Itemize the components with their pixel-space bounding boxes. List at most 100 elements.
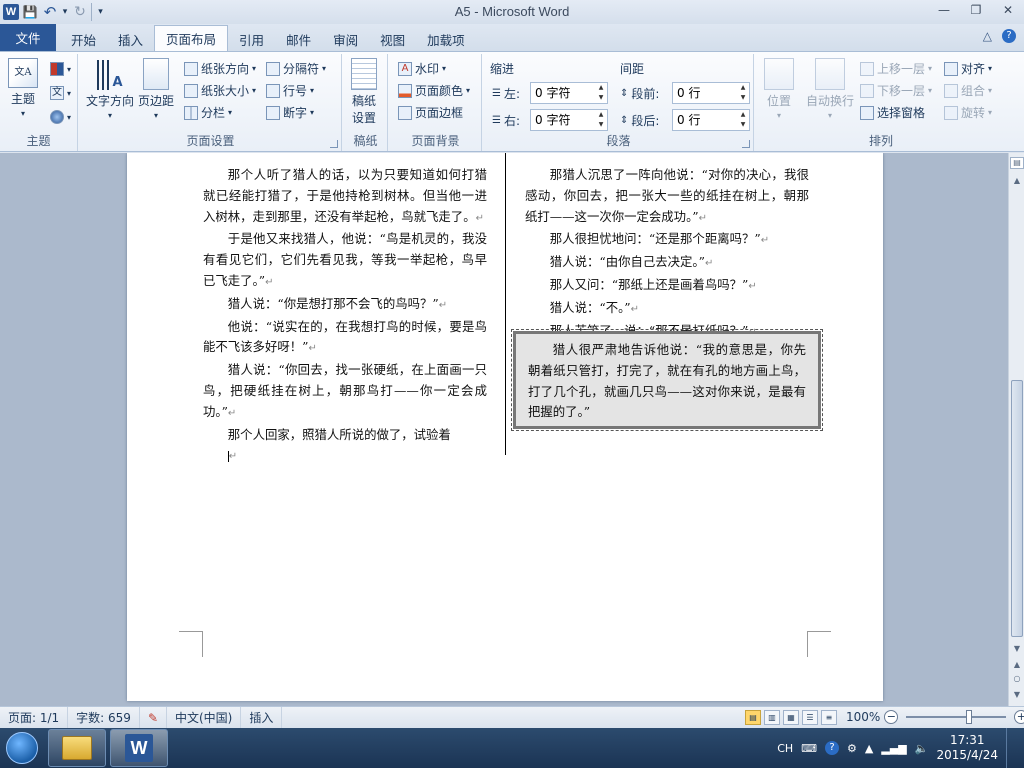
paragraph[interactable]: 猎人说：“你回去，找一张硬纸，在上面画一只鸟，把硬纸挂在树上，朝那鸟打——你一定… bbox=[203, 360, 487, 424]
align-button[interactable]: 对齐 ▾ bbox=[944, 60, 992, 77]
draft-view-icon[interactable]: ≡ bbox=[821, 710, 837, 725]
spacing-after-input[interactable]: 0 行 ▲ ▼ bbox=[672, 109, 750, 131]
paragraph[interactable]: 那人很担忧地问：“还是那个距离吗？”↵ bbox=[525, 229, 809, 252]
group-objects-button[interactable]: 组合 ▾ bbox=[944, 82, 992, 99]
tab-mailings[interactable]: 邮件 bbox=[275, 27, 322, 51]
rotate-button[interactable]: 旋转 ▾ bbox=[944, 104, 992, 121]
zoom-in-button[interactable]: + bbox=[1014, 710, 1024, 724]
size-button[interactable]: 纸张大小 ▾ bbox=[184, 82, 256, 99]
send-backward-button[interactable]: 下移一层 ▾ bbox=[860, 82, 932, 99]
tab-file[interactable]: 文件 bbox=[0, 24, 56, 51]
tab-addins[interactable]: 加载项 bbox=[416, 27, 476, 51]
vertical-scrollbar[interactable]: ▤ ▲ ▼ ▲ ○ ▼ bbox=[1008, 153, 1024, 706]
paragraph[interactable]: 猎人说：“不。”↵ bbox=[525, 298, 809, 321]
document-page[interactable]: 那个人听了猎人的话，以为只要知道如何打猎就已经能打猎了，于是他持枪到树林。但当他… bbox=[127, 153, 883, 701]
help-icon[interactable]: ? bbox=[1002, 29, 1016, 43]
page-setup-launcher-icon[interactable] bbox=[330, 140, 338, 148]
paragraph[interactable]: 那个人听了猎人的话，以为只要知道如何打猎就已经能打猎了，于是他持枪到树林。但当他… bbox=[203, 165, 487, 229]
spinner-arrows-icon[interactable]: ▲ ▼ bbox=[595, 110, 607, 130]
spacing-before-input[interactable]: 0 行 ▲ ▼ bbox=[672, 82, 750, 104]
position-button[interactable]: 位置 ▾ bbox=[764, 58, 794, 120]
spinner-arrows-icon[interactable]: ▲ ▼ bbox=[737, 110, 749, 130]
text-direction-button[interactable]: A 文字方向 ▾ bbox=[86, 58, 134, 120]
left-column[interactable]: 那个人听了猎人的话，以为只要知道如何打猎就已经能打猎了，于是他持枪到树林。但当他… bbox=[203, 165, 487, 468]
volume-icon[interactable]: 🔈 bbox=[915, 742, 929, 755]
undo-icon[interactable]: ↶ bbox=[41, 3, 59, 21]
selection-pane-button[interactable]: 选择窗格 bbox=[860, 104, 925, 121]
theme-colors-button[interactable]: ▾ bbox=[50, 62, 71, 76]
outline-view-icon[interactable]: ☰ bbox=[802, 710, 818, 725]
paragraph[interactable]: 猎人说：“你是想打那不会飞的鸟吗？”↵ bbox=[203, 294, 487, 317]
close-button[interactable]: ✕ bbox=[992, 0, 1024, 20]
minimize-button[interactable]: — bbox=[928, 0, 960, 20]
save-icon[interactable]: 💾 bbox=[21, 3, 39, 21]
keyboard-icon[interactable]: ⌨ bbox=[801, 742, 817, 755]
taskbar-word[interactable]: W bbox=[110, 729, 168, 767]
print-layout-view-icon[interactable]: ▤ bbox=[745, 710, 761, 725]
paragraph[interactable]: 那猎人沉思了一阵向他说：“对你的决心，我很感动，你回去，把一张大一些的纸挂在树上… bbox=[525, 165, 809, 229]
ime-indicator[interactable]: CH bbox=[777, 742, 793, 755]
browse-object-icon[interactable]: ○ bbox=[1010, 671, 1024, 687]
breaks-button[interactable]: 分隔符 ▾ bbox=[266, 60, 326, 77]
maximize-button[interactable]: ❐ bbox=[960, 0, 992, 20]
help-tray-icon[interactable]: ? bbox=[825, 741, 840, 755]
taskbar-explorer[interactable] bbox=[48, 729, 106, 767]
tab-insert[interactable]: 插入 bbox=[107, 27, 154, 51]
tab-view[interactable]: 视图 bbox=[369, 27, 416, 51]
spinner-arrows-icon[interactable]: ▲ ▼ bbox=[737, 83, 749, 103]
indent-right-input[interactable]: 0 字符 ▲ ▼ bbox=[530, 109, 608, 131]
bordered-paragraph[interactable]: 猎人很严肃地告诉他说：“我的意思是，你先朝着纸只管打，打完了，就在有孔的地方画上… bbox=[511, 329, 823, 431]
scroll-down-icon[interactable]: ▼ bbox=[1010, 641, 1024, 657]
minimize-ribbon-icon[interactable]: △ bbox=[983, 29, 992, 43]
paragraph[interactable]: 猎人说：“由你自己去决定。”↵ bbox=[525, 252, 809, 275]
scroll-thumb[interactable] bbox=[1011, 380, 1023, 637]
insert-mode[interactable]: 插入 bbox=[241, 706, 283, 729]
paragraph[interactable]: 那人又问：“那纸上还是画着鸟吗？”↵ bbox=[525, 275, 809, 298]
settings-tray-icon[interactable]: ⚙ bbox=[847, 742, 857, 755]
ruler-toggle-icon[interactable]: ▤ bbox=[1010, 157, 1024, 169]
spinner-arrows-icon[interactable]: ▲ ▼ bbox=[595, 83, 607, 103]
start-button[interactable] bbox=[0, 728, 44, 768]
bring-forward-button[interactable]: 上移一层 ▾ bbox=[860, 60, 932, 77]
paragraph[interactable]: 猎人很严肃地告诉他说：“我的意思是，你先朝着纸只管打，打完了，就在有孔的地方画上… bbox=[528, 340, 806, 423]
theme-effects-button[interactable]: ▾ bbox=[50, 110, 71, 124]
word-count[interactable]: 字数: 659 bbox=[68, 706, 140, 729]
redo-icon[interactable]: ↻ bbox=[71, 3, 89, 21]
page-count[interactable]: 页面: 1/1 bbox=[0, 706, 69, 729]
clock[interactable]: 17:31 2015/4/24 bbox=[936, 733, 998, 763]
language[interactable]: 中文(中国) bbox=[167, 706, 242, 729]
watermark-button[interactable]: A 水印 ▾ bbox=[398, 60, 446, 77]
theme-fonts-button[interactable]: 文 ▾ bbox=[50, 86, 71, 100]
paragraph[interactable]: 他说：“说实在的，在我想打鸟的时候，要是鸟能不飞该多好呀！”↵ bbox=[203, 317, 487, 361]
line-numbers-button[interactable]: 行号 ▾ bbox=[266, 82, 314, 99]
customize-qat-icon[interactable]: ▾ bbox=[91, 3, 109, 21]
hyphenation-button[interactable]: 断字 ▾ bbox=[266, 104, 314, 121]
zoom-slider[interactable] bbox=[906, 710, 1007, 724]
tab-page-layout[interactable]: 页面布局 bbox=[154, 25, 229, 51]
text-cursor-line[interactable]: ↵ bbox=[203, 445, 487, 468]
next-page-icon[interactable]: ▼ bbox=[1010, 687, 1024, 703]
paragraph[interactable]: 于是他又来找猎人，他说：“鸟是机灵的，我没有看见它们，它们先看见我，等我一举起枪… bbox=[203, 229, 487, 293]
tab-review[interactable]: 审阅 bbox=[322, 27, 369, 51]
zoom-out-button[interactable]: − bbox=[884, 710, 899, 724]
wrap-text-button[interactable]: 自动换行 ▾ bbox=[806, 58, 854, 120]
draft-paper-button[interactable]: 稿纸 设置 bbox=[351, 58, 377, 126]
page-borders-button[interactable]: 页面边框 bbox=[398, 104, 463, 121]
page-color-button[interactable]: 页面颜色 ▾ bbox=[398, 82, 470, 99]
proofing-icon[interactable]: ✎ bbox=[140, 706, 167, 729]
indent-left-input[interactable]: 0 字符 ▲ ▼ bbox=[530, 82, 608, 104]
full-screen-reading-view-icon[interactable]: ▥ bbox=[764, 710, 780, 725]
margins-button[interactable]: 页边距 ▾ bbox=[138, 58, 174, 120]
undo-dropdown-icon[interactable]: ▾ bbox=[61, 3, 69, 21]
network-icon[interactable]: ▂▄▆ bbox=[881, 742, 906, 755]
right-column[interactable]: 那猎人沉思了一阵向他说：“对你的决心，我很感动，你回去，把一张大一些的纸挂在树上… bbox=[525, 165, 809, 343]
paragraph[interactable]: 那个人回家，照猎人所说的做了，试验着 bbox=[203, 425, 487, 446]
scroll-up-icon[interactable]: ▲ bbox=[1010, 173, 1024, 189]
columns-button[interactable]: 分栏 ▾ bbox=[184, 104, 232, 121]
show-desktop-button[interactable] bbox=[1006, 728, 1016, 768]
paragraph-launcher-icon[interactable] bbox=[742, 140, 750, 148]
tab-home[interactable]: 开始 bbox=[60, 27, 107, 51]
zoom-slider-knob[interactable] bbox=[966, 710, 973, 724]
zoom-level[interactable]: 100% bbox=[846, 710, 880, 724]
themes-button[interactable]: 文A 主题 ▾ bbox=[8, 58, 38, 118]
